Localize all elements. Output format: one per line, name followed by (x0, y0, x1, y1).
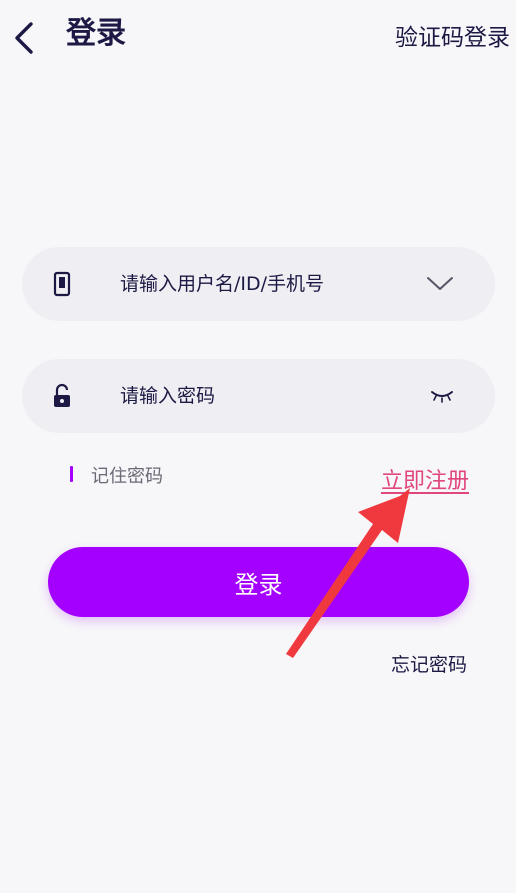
remember-password-label: 记住密码 (91, 466, 163, 487)
page-title: 登录 (66, 16, 126, 51)
register-link[interactable]: 立即注册 (381, 463, 469, 495)
sms-login-link[interactable]: 验证码登录 (395, 22, 510, 54)
username-input[interactable] (120, 265, 400, 303)
password-input[interactable] (120, 377, 400, 415)
back-chevron-icon[interactable] (12, 20, 36, 56)
unlock-icon (54, 383, 70, 407)
remember-checkbox-indicator (70, 466, 73, 482)
eye-closed-icon[interactable] (429, 388, 455, 404)
password-field (22, 359, 495, 433)
login-button[interactable]: 登录 (48, 547, 469, 617)
username-field (22, 247, 495, 321)
forgot-password-link[interactable]: 忘记密码 (391, 650, 467, 677)
phone-icon (53, 271, 71, 297)
chevron-down-icon[interactable] (425, 273, 455, 293)
